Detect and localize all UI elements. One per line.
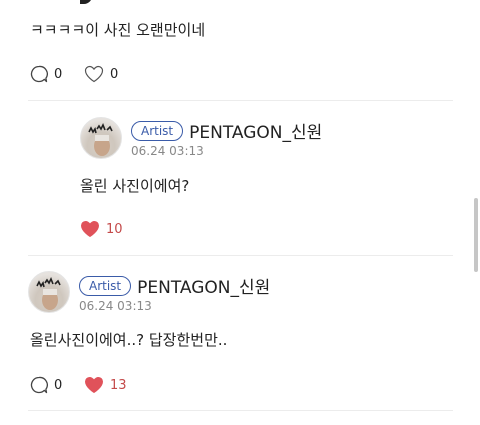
comment-feed: ㅋㅋㅋㅋ이 사진 오랜만이네 0 0 Artist PENTAGON_신원 06… — [0, 0, 480, 425]
reply-text: 올린 사진이에여? — [80, 177, 190, 195]
author-name[interactable]: PENTAGON_신원 — [189, 118, 322, 143]
divider — [28, 255, 453, 256]
heart-outline-icon — [84, 65, 104, 83]
speech-bubble-icon — [30, 376, 48, 394]
speech-bubble-icon — [30, 65, 48, 83]
scrollbar[interactable] — [474, 198, 478, 272]
divider — [28, 410, 453, 411]
like-button[interactable]: 13 — [84, 376, 127, 394]
like-count: 0 — [110, 66, 119, 82]
author-name[interactable]: PENTAGON_신원 — [137, 273, 270, 298]
divider — [28, 100, 453, 101]
heart-filled-icon — [80, 220, 100, 238]
reply-count: 0 — [54, 377, 63, 393]
artist-badge: Artist — [79, 275, 132, 296]
comment-header: Artist PENTAGON_신원 — [79, 273, 270, 298]
reply-button[interactable]: 0 — [30, 376, 62, 394]
timestamp: 06.24 03:13 — [131, 144, 204, 158]
comment-text: ㅋㅋㅋㅋ이 사진 오랜만이네 — [30, 21, 206, 39]
cut-off-avatar — [80, 0, 92, 4]
reply-count: 0 — [54, 66, 63, 82]
avatar[interactable] — [28, 271, 70, 313]
like-button[interactable]: 0 — [84, 65, 118, 83]
reply-header: Artist PENTAGON_신원 — [131, 118, 322, 143]
artist-badge: Artist — [131, 120, 184, 141]
like-count: 10 — [106, 221, 123, 237]
like-button[interactable]: 10 — [80, 220, 123, 238]
like-count: 13 — [110, 377, 127, 393]
reply-button[interactable]: 0 — [30, 65, 62, 83]
comment-text: 올린사진이에여..? 답장한번만.. — [30, 331, 228, 349]
heart-filled-icon — [84, 376, 104, 394]
timestamp: 06.24 03:13 — [79, 299, 152, 313]
avatar[interactable] — [80, 117, 122, 159]
